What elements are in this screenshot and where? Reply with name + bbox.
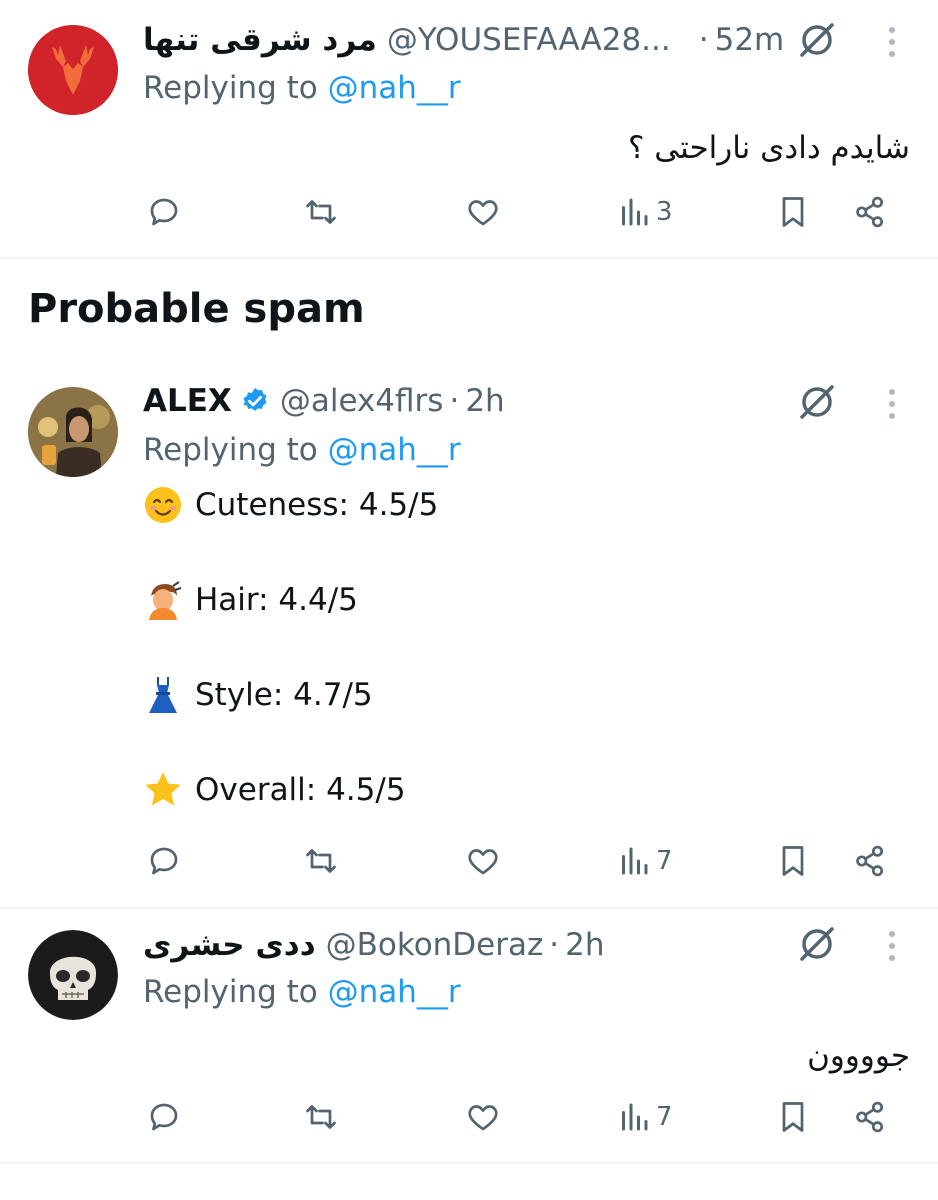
tweet-text: جوووون xyxy=(807,1038,910,1074)
replying-to: Replying to @nah__r xyxy=(143,432,461,468)
bookmark-button[interactable] xyxy=(775,187,811,237)
author-handle[interactable]: @YOUSEFAAA28... xyxy=(387,22,671,58)
author-handle[interactable]: @alex4flrs xyxy=(280,383,444,419)
views-icon xyxy=(622,198,648,226)
views-button[interactable]: 7 xyxy=(616,1092,673,1142)
author-name[interactable]: ALEX xyxy=(143,383,232,419)
retweet-button[interactable] xyxy=(303,187,339,237)
divider xyxy=(0,257,938,259)
like-button[interactable] xyxy=(465,1092,501,1142)
rating-line: Cuteness: 4.5/5 xyxy=(143,485,438,525)
retweet-button[interactable] xyxy=(303,836,339,886)
section-title: Probable spam xyxy=(28,286,365,332)
more-icon[interactable] xyxy=(880,384,904,424)
rating-line: Hair: 4.4/5 xyxy=(143,580,358,620)
share-button[interactable] xyxy=(852,836,888,886)
replying-to: Replying to @nah__r xyxy=(143,70,461,106)
rating-text: Cuteness: 4.5/5 xyxy=(195,487,439,523)
rating-line: Style: 4.7/5 xyxy=(143,675,373,715)
reply-icon xyxy=(150,198,178,226)
views-count: 7 xyxy=(656,846,673,876)
smiling-face-emoji-icon xyxy=(145,487,181,523)
rating-text: Hair: 4.4/5 xyxy=(195,582,358,618)
bookmark-icon xyxy=(782,197,804,227)
mention-link[interactable]: @nah__r xyxy=(328,974,461,1010)
haircut-emoji-icon xyxy=(149,581,182,620)
dot-separator: · xyxy=(698,22,709,58)
rating-line: Overall: 4.5/5 xyxy=(143,770,406,810)
bookmark-button[interactable] xyxy=(775,1092,811,1142)
retweet-icon xyxy=(306,1105,336,1129)
like-button[interactable] xyxy=(465,187,501,237)
mention-link[interactable]: @nah__r xyxy=(328,432,461,468)
star-emoji-icon xyxy=(145,772,181,806)
views-count: 3 xyxy=(656,197,673,227)
reply-icon xyxy=(150,1103,178,1131)
avatar[interactable] xyxy=(28,930,118,1020)
grok-icon[interactable] xyxy=(797,382,837,422)
views-button[interactable]: 7 xyxy=(616,836,673,886)
dot-separator: · xyxy=(449,383,460,419)
share-button[interactable] xyxy=(852,1092,888,1142)
more-icon[interactable] xyxy=(880,926,904,966)
bookmark-icon xyxy=(782,846,804,876)
skull-avatar-icon xyxy=(28,930,118,1020)
views-button[interactable]: 3 xyxy=(616,187,673,237)
reply-button[interactable] xyxy=(146,187,182,237)
timestamp[interactable]: 52m xyxy=(715,22,785,58)
share-button[interactable] xyxy=(852,187,888,237)
rating-text: Style: 4.7/5 xyxy=(195,677,373,713)
author-name[interactable]: مرد شرقی تنها xyxy=(143,22,377,58)
divider xyxy=(0,1162,938,1164)
reply-icon xyxy=(150,847,178,875)
replying-prefix: Replying to xyxy=(143,974,318,1010)
author-name[interactable]: ددی حشری xyxy=(143,927,316,963)
bookmark-button[interactable] xyxy=(775,836,811,886)
views-icon xyxy=(622,1103,648,1131)
verified-badge-icon xyxy=(243,387,267,411)
tweet-3[interactable]: ددی حشری @BokonDeraz · 2h Replying to @n… xyxy=(0,910,938,1165)
replying-prefix: Replying to xyxy=(143,432,318,468)
reply-button[interactable] xyxy=(146,836,182,886)
like-icon xyxy=(468,1105,498,1131)
retweet-button[interactable] xyxy=(303,1092,339,1142)
reply-button[interactable] xyxy=(146,1092,182,1142)
dot-separator: · xyxy=(549,927,560,963)
grok-icon[interactable] xyxy=(797,924,837,964)
bookmark-icon xyxy=(782,1102,804,1132)
like-icon xyxy=(468,849,498,875)
like-button[interactable] xyxy=(465,836,501,886)
avatar[interactable] xyxy=(28,25,118,115)
timestamp[interactable]: 2h xyxy=(465,383,504,419)
views-count: 7 xyxy=(656,1102,673,1132)
avatar[interactable] xyxy=(28,387,118,477)
replying-prefix: Replying to xyxy=(143,70,318,106)
mention-link[interactable]: @nah__r xyxy=(328,70,461,106)
red-deer-avatar-icon xyxy=(28,25,118,115)
retweet-icon xyxy=(306,200,336,224)
share-icon xyxy=(856,845,884,877)
tweet-text: شایدم دادی ناراحتی ؟ xyxy=(627,130,910,166)
rating-text: Overall: 4.5/5 xyxy=(195,772,406,808)
man-photo-avatar-icon xyxy=(28,387,118,477)
grok-icon[interactable] xyxy=(797,20,837,60)
dress-emoji-icon xyxy=(149,677,177,713)
timestamp[interactable]: 2h xyxy=(565,927,604,963)
share-icon xyxy=(856,196,884,228)
views-icon xyxy=(622,847,648,875)
author-handle[interactable]: @BokonDeraz xyxy=(326,927,544,963)
divider xyxy=(0,907,938,909)
tweet-1[interactable]: مرد شرقی تنها @YOUSEFAAA28... · 52m Repl… xyxy=(0,0,938,258)
tweet-2[interactable]: ALEX @alex4flrs · 2h Replying to @nah__r… xyxy=(0,370,938,908)
more-icon[interactable] xyxy=(880,22,904,62)
like-icon xyxy=(468,200,498,226)
replying-to: Replying to @nah__r xyxy=(143,974,461,1010)
share-icon xyxy=(856,1101,884,1133)
retweet-icon xyxy=(306,849,336,873)
